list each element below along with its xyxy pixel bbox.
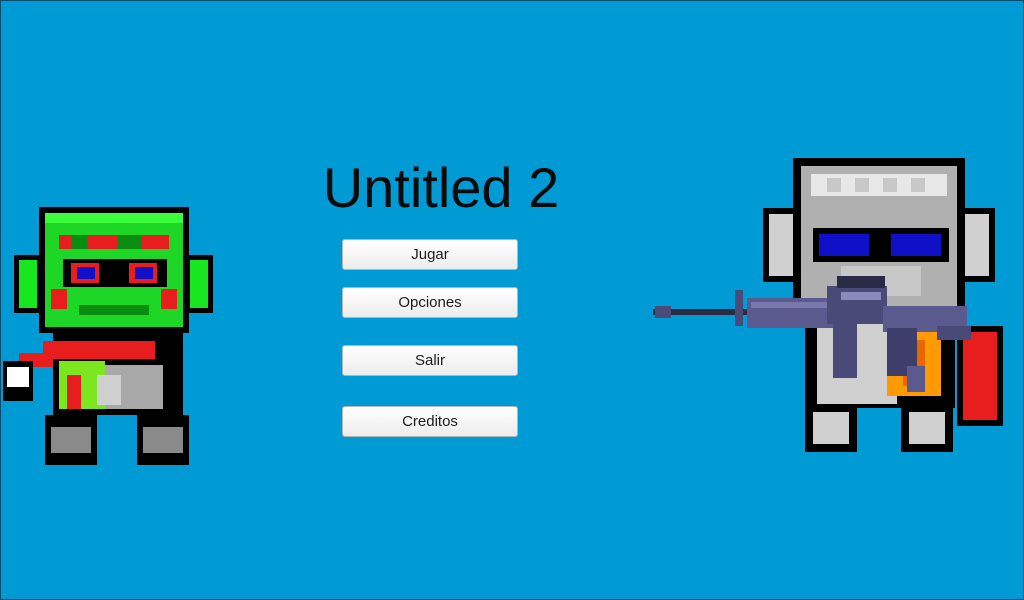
credits-button[interactable]: Creditos [342, 406, 518, 437]
exit-button[interactable]: Salir [342, 345, 518, 376]
zombie-character-icon [3, 207, 213, 465]
zombie-head [39, 207, 189, 333]
zombie-legs [45, 415, 189, 465]
soldier-legs [805, 404, 953, 452]
options-button[interactable]: Opciones [342, 287, 518, 318]
play-button[interactable]: Jugar [342, 239, 518, 270]
game-screen: Untitled 2 Jugar Opciones Salir Creditos [0, 0, 1024, 600]
soldier-with-rifle-icon [653, 158, 1003, 452]
zombie-body [3, 333, 183, 415]
soldier-backpack [957, 326, 1003, 426]
game-title: Untitled 2 [322, 156, 560, 219]
